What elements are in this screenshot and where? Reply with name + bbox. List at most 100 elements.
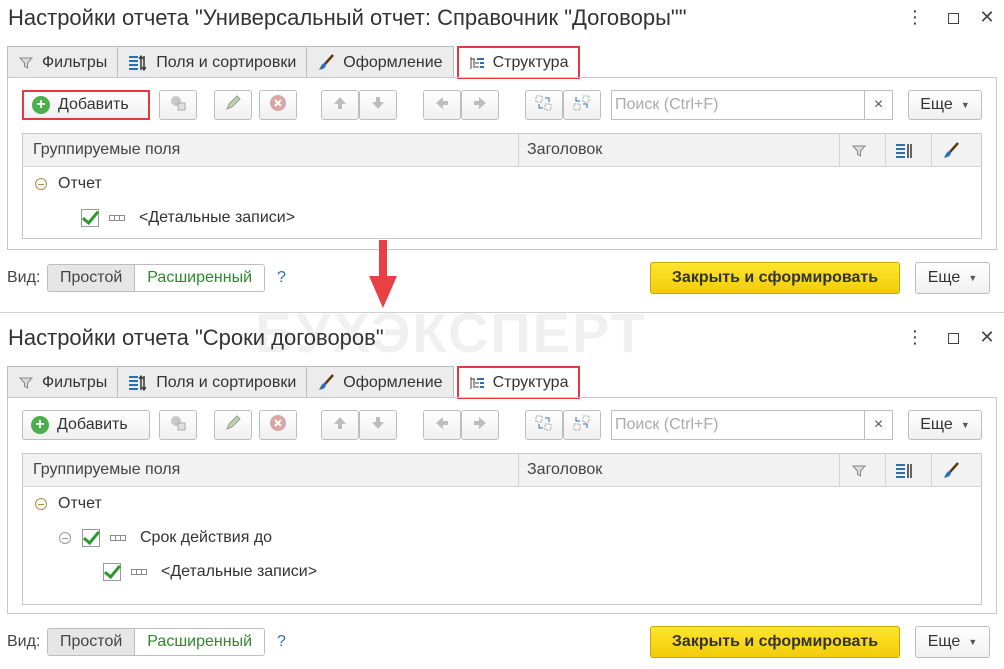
more-menu-icon[interactable]: ⋮: [904, 326, 926, 348]
arrow-up-icon: [332, 95, 348, 116]
structure-icon: [469, 375, 485, 391]
structure-panel: + Добавить Поиск (Ctrl+F) × Еще ▼ Группир…: [7, 397, 997, 614]
ungroup-icon: [573, 414, 591, 437]
settings-tabs: Фильтры Поля и сортировки Оформление Стр…: [7, 366, 581, 399]
maximize-icon[interactable]: [942, 326, 964, 348]
tab-structure[interactable]: Структура: [456, 46, 581, 79]
arrow-right-icon: [472, 415, 488, 436]
column-header-fields[interactable]: Группируемые поля: [33, 141, 180, 159]
more-button-bottom[interactable]: Еще ▼: [915, 262, 990, 294]
move-up-button[interactable]: [321, 90, 359, 120]
plus-circle-icon: +: [32, 96, 50, 114]
delete-icon: [269, 94, 287, 117]
tree-row-report[interactable]: Отчет: [35, 492, 102, 516]
view-switch[interactable]: Простой Расширенный: [47, 628, 265, 656]
close-and-generate-button[interactable]: Закрыть и сформировать: [650, 262, 900, 294]
copy-button[interactable]: [159, 90, 197, 120]
tab-appearance[interactable]: Оформление: [306, 366, 454, 398]
delete-button[interactable]: [259, 90, 297, 120]
group-icon: [535, 94, 553, 117]
tab-appearance[interactable]: Оформление: [306, 46, 454, 78]
copy-icon: [169, 94, 187, 117]
copy-icon: [169, 414, 187, 437]
grid-header: Группируемые поля Заголовок: [23, 454, 981, 487]
arrow-right-icon: [472, 95, 488, 116]
add-button[interactable]: + Добавить: [22, 90, 150, 120]
structure-toolbar: + Добавить Поиск (Ctrl+F) × Еще ▼: [22, 90, 982, 120]
arrow-down-icon: [370, 95, 386, 116]
brush-icon[interactable]: [940, 140, 962, 162]
filter-icon[interactable]: [848, 460, 870, 482]
structure-panel: + Добавить Поиск (Ctrl+F) × Еще ▼ Группир…: [7, 77, 997, 250]
search-clear-button[interactable]: ×: [865, 90, 893, 120]
help-link[interactable]: ?: [277, 633, 286, 651]
move-left-button[interactable]: [423, 90, 461, 120]
tree-row-report[interactable]: Отчет: [35, 172, 102, 196]
view-extended-button[interactable]: Расширенный: [135, 265, 264, 291]
close-icon[interactable]: ✕: [976, 326, 998, 348]
search-input[interactable]: Поиск (Ctrl+F): [611, 410, 865, 440]
edit-button[interactable]: [214, 90, 252, 120]
checkbox-icon[interactable]: [82, 529, 100, 547]
tab-filters[interactable]: Фильтры: [7, 366, 119, 398]
move-left-button[interactable]: [423, 410, 461, 440]
arrow-up-icon: [332, 415, 348, 436]
search-input[interactable]: Поиск (Ctrl+F): [611, 90, 865, 120]
more-button[interactable]: Еще ▼: [908, 410, 982, 440]
collapse-icon[interactable]: [59, 532, 71, 544]
search-clear-button[interactable]: ×: [865, 410, 893, 440]
close-icon[interactable]: ✕: [976, 6, 998, 28]
move-right-button[interactable]: [461, 410, 499, 440]
plus-circle-icon: +: [31, 416, 49, 434]
checkbox-icon[interactable]: [81, 209, 99, 227]
group-button[interactable]: [525, 410, 563, 440]
view-simple-button[interactable]: Простой: [48, 629, 136, 655]
fields-sort-icon: [128, 374, 148, 392]
close-and-generate-button[interactable]: Закрыть и сформировать: [650, 626, 900, 658]
tab-filters[interactable]: Фильтры: [7, 46, 119, 78]
fields-sort-icon[interactable]: [894, 140, 916, 162]
move-up-button[interactable]: [321, 410, 359, 440]
chevron-down-icon: ▼: [960, 420, 970, 430]
chevron-down-icon: ▼: [968, 273, 978, 283]
more-button-bottom[interactable]: Еще ▼: [915, 626, 990, 658]
move-right-button[interactable]: [461, 90, 499, 120]
edit-button[interactable]: [214, 410, 252, 440]
grid-header: Группируемые поля Заголовок: [23, 134, 981, 167]
group-button[interactable]: [525, 90, 563, 120]
view-label: Вид:: [7, 269, 41, 286]
help-link[interactable]: ?: [277, 269, 286, 287]
more-menu-icon[interactable]: ⋮: [904, 6, 926, 28]
tab-fields-sort[interactable]: Поля и сортировки: [117, 46, 308, 78]
collapse-icon[interactable]: [35, 178, 47, 190]
view-simple-button[interactable]: Простой: [48, 265, 136, 291]
ungroup-button[interactable]: [563, 410, 601, 440]
tree-row-term-until[interactable]: Срок действия до: [59, 526, 272, 550]
move-down-button[interactable]: [359, 410, 397, 440]
column-header-fields[interactable]: Группируемые поля: [33, 461, 180, 479]
window-title: Настройки отчета "Сроки договоров": [8, 325, 384, 350]
brush-icon: [317, 53, 335, 72]
tab-structure[interactable]: Структура: [456, 366, 581, 399]
structure-grid: Группируемые поля Заголовок Отчет <Детал…: [22, 133, 982, 239]
add-button[interactable]: + Добавить: [22, 410, 150, 440]
tab-fields-sort[interactable]: Поля и сортировки: [117, 366, 308, 398]
column-header-title[interactable]: Заголовок: [527, 141, 602, 159]
tree-row-detail-records[interactable]: <Детальные записи>: [81, 206, 295, 230]
collapse-icon[interactable]: [35, 498, 47, 510]
maximize-icon[interactable]: [942, 6, 964, 28]
tree-row-detail-records[interactable]: <Детальные записи>: [103, 560, 317, 584]
move-down-button[interactable]: [359, 90, 397, 120]
view-extended-button[interactable]: Расширенный: [135, 629, 264, 655]
filter-icon[interactable]: [848, 140, 870, 162]
fields-sort-icon[interactable]: [894, 460, 916, 482]
checkbox-icon[interactable]: [103, 563, 121, 581]
brush-icon[interactable]: [940, 460, 962, 482]
column-header-title[interactable]: Заголовок: [527, 461, 602, 479]
chevron-down-icon: ▼: [968, 637, 978, 647]
ungroup-button[interactable]: [563, 90, 601, 120]
delete-button[interactable]: [259, 410, 297, 440]
copy-button[interactable]: [159, 410, 197, 440]
view-switch[interactable]: Простой Расширенный: [47, 264, 265, 292]
more-button[interactable]: Еще ▼: [908, 90, 982, 120]
